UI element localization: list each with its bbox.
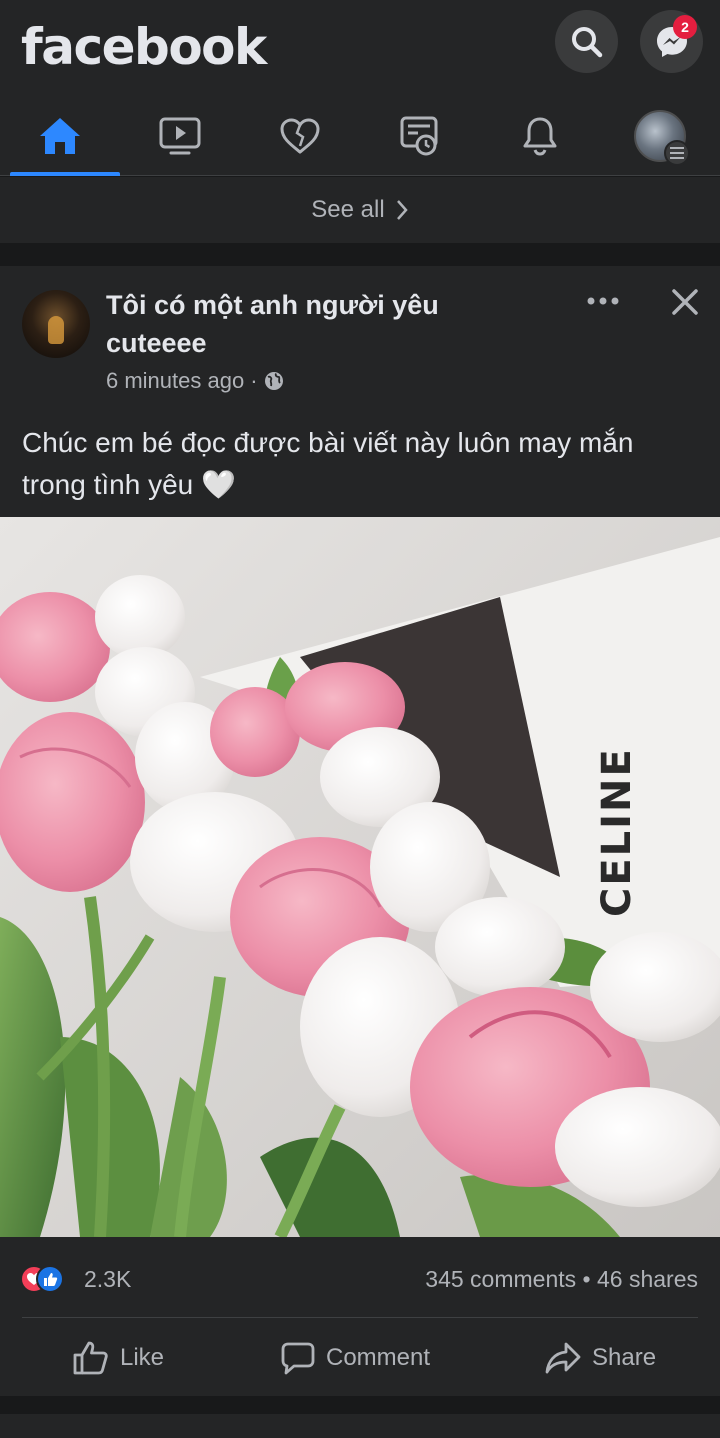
share-button[interactable]: Share (544, 1320, 656, 1396)
profile-avatar-icon (634, 110, 690, 166)
heart-icon (280, 118, 320, 154)
video-icon (159, 117, 201, 155)
post-time[interactable]: 6 minutes ago (106, 368, 244, 394)
tab-menu[interactable] (605, 96, 715, 176)
tulip-bouquet-image: CELINE (0, 517, 720, 1237)
feed-post: Tôi có một anh người yêu cuteeee 6 minut… (0, 266, 720, 1396)
reaction-count[interactable]: 2.3K (84, 1266, 131, 1293)
like-button[interactable]: Like (72, 1320, 164, 1396)
stats-separator: • (582, 1266, 591, 1292)
like-label: Like (120, 1344, 165, 1371)
bell-icon (523, 117, 557, 156)
see-all-button[interactable]: See all (0, 177, 720, 243)
post-author-name[interactable]: Tôi có một anh người yêu cuteeee (106, 286, 526, 362)
reactions-summary[interactable] (20, 1265, 80, 1293)
post-text: Chúc em bé đọc được bài viết này luôn ma… (22, 427, 634, 500)
meta-separator: · (250, 368, 258, 393)
news-icon (400, 116, 438, 156)
hide-post-button[interactable] (662, 282, 708, 322)
actions-divider (22, 1317, 698, 1318)
tab-watch[interactable] (125, 96, 235, 176)
messenger-unread-badge: 2 (673, 15, 697, 39)
see-all-label: See all (311, 196, 385, 223)
post-actions: Like Comment Share (0, 1320, 720, 1396)
comment-bubble-icon (281, 1342, 315, 1375)
thumbs-up-icon (73, 1341, 108, 1375)
post-stats: 2.3K 345 comments • 46 shares (0, 1253, 720, 1303)
tab-news[interactable] (365, 96, 475, 176)
main-tab-bar (0, 96, 720, 176)
book-brand-text: CELINE (594, 747, 640, 917)
shares-count[interactable]: 46 shares (597, 1266, 698, 1292)
post-meta: 6 minutes ago · (106, 368, 284, 394)
white-heart-emoji: 🤍 (201, 469, 236, 500)
author-avatar[interactable] (22, 290, 90, 358)
chevron-right-icon (396, 200, 408, 220)
home-icon (40, 118, 80, 154)
comments-shares-summary: 345 comments • 46 shares (425, 1266, 698, 1293)
comments-count[interactable]: 345 comments (425, 1266, 576, 1292)
comment-label: Comment (326, 1344, 431, 1371)
next-post-edge (0, 1414, 720, 1438)
search-icon (571, 26, 602, 57)
tab-home[interactable] (5, 96, 120, 176)
facebook-logo[interactable]: facebook (21, 18, 267, 76)
more-horizontal-icon (587, 297, 619, 305)
post-photo[interactable]: CELINE (0, 517, 720, 1237)
globe-icon (264, 372, 283, 390)
tab-notifications[interactable] (485, 96, 595, 176)
share-label: Share (592, 1344, 657, 1371)
post-options-button[interactable] (580, 284, 626, 318)
comment-button[interactable]: Comment (280, 1320, 430, 1396)
tab-dating[interactable] (245, 96, 355, 176)
post-body-text: Chúc em bé đọc được bài viết này luôn ma… (22, 422, 702, 506)
top-app-bar: facebook 2 (0, 0, 720, 96)
messenger-button[interactable]: 2 (640, 10, 703, 73)
menu-lines-icon (664, 140, 690, 166)
share-arrow-icon (545, 1342, 581, 1374)
search-button[interactable] (555, 10, 618, 73)
close-icon (672, 289, 698, 315)
